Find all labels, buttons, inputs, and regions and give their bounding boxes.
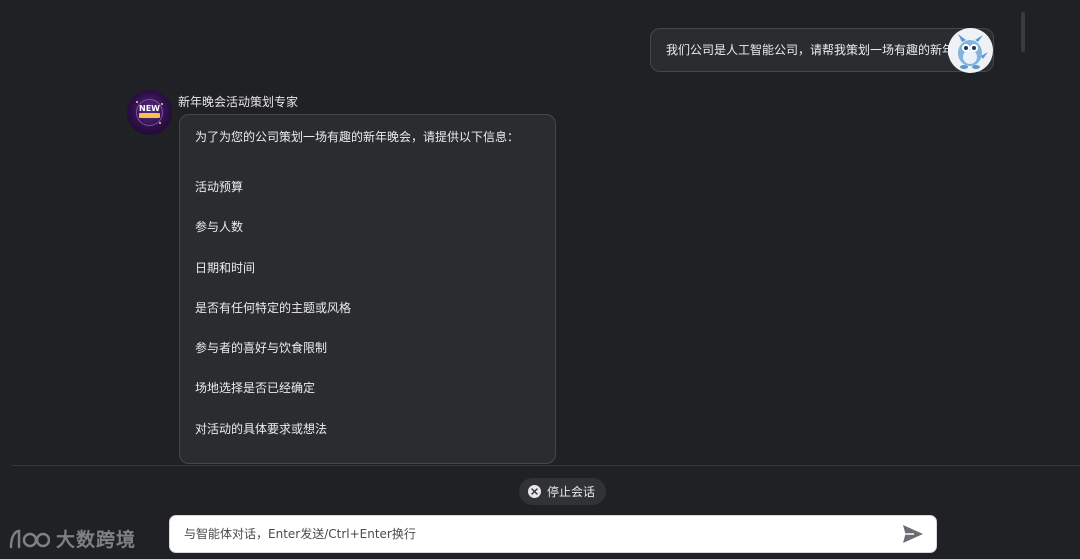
list-item: 活动预算 xyxy=(195,180,244,194)
user-message-row: 我们公司是人工智能公司，请帮我策划一场有趣的新年晚会 xyxy=(649,28,994,72)
brand-logo-icon xyxy=(9,529,50,548)
watermark: 大数跨境 xyxy=(8,525,136,552)
list-item: 参与者的喜好与饮食限制 xyxy=(195,341,328,356)
list-item: 日期和时间 xyxy=(195,260,256,275)
agent-avatar-text: NEW xyxy=(139,104,160,113)
agent-question-list: 活动预算 参与人数 日期和时间 是否有任何特定的主题或风格 参与者的喜好与饮食限… xyxy=(195,179,540,461)
user-message-bubble: 我们公司是人工智能公司，请帮我策划一场有趣的新年晚会 xyxy=(649,28,994,72)
chat-app: 我们公司是人工智能公司，请帮我策划一场有趣的新年晚会 NEW 新年晚会活动策划专… xyxy=(0,0,1080,559)
close-circle-icon xyxy=(528,485,541,498)
stop-conversation-label: 停止会话 xyxy=(547,485,596,499)
user-avatar xyxy=(948,28,993,73)
stop-conversation-button[interactable]: 停止会话 xyxy=(519,478,607,505)
scrollbar-thumb[interactable] xyxy=(1021,12,1025,52)
new-year-badge-icon: NEW xyxy=(136,99,163,126)
watermark-text: 大数跨境 xyxy=(56,529,137,551)
agent-name: 新年晚会活动策划专家 xyxy=(178,95,299,109)
list-item: 对活动的具体要求或想法 xyxy=(195,421,328,436)
list-item: 场地选择是否已经确定 xyxy=(195,381,316,396)
agent-avatar: NEW xyxy=(127,90,172,135)
send-icon[interactable] xyxy=(902,524,924,544)
agent-message-bubble: 为了为您的公司策划一场有趣的新年晚会，请提供以下信息： 活动预算 参与人数 日期… xyxy=(179,114,556,464)
input-area-divider xyxy=(12,465,1080,466)
chat-input[interactable] xyxy=(170,516,890,552)
list-item: 是否有任何特定的主题或风格 xyxy=(195,300,352,315)
chat-input-box xyxy=(169,515,937,553)
agent-message-intro: 为了为您的公司策划一场有趣的新年晚会，请提供以下信息： xyxy=(195,130,520,144)
list-item: 参与人数 xyxy=(195,220,244,235)
robot-mascot-icon xyxy=(958,34,988,69)
